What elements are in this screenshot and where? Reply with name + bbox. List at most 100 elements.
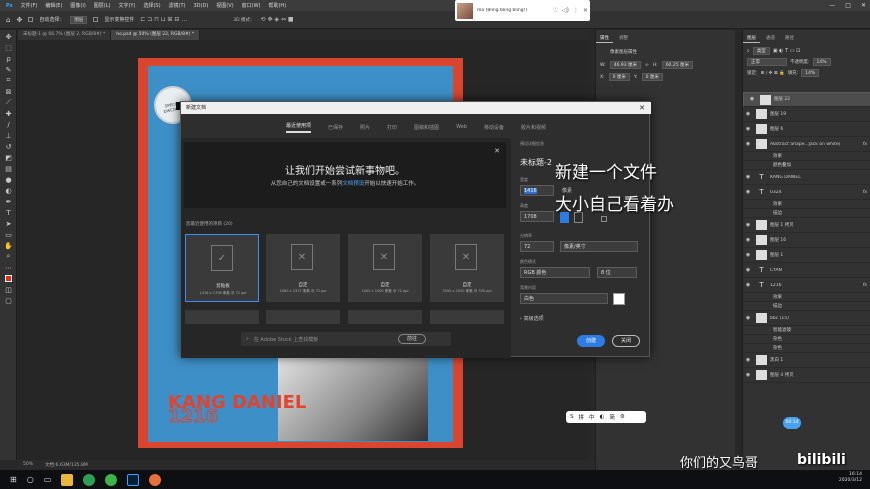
search-icon[interactable]: ○ xyxy=(27,475,34,484)
visibility-eye-icon[interactable]: ◉ xyxy=(743,282,753,288)
menu-select[interactable]: 选择(S) xyxy=(143,2,160,9)
gradient-tool-icon[interactable]: ▤ xyxy=(3,164,14,173)
dodge-tool-icon[interactable]: ◐ xyxy=(3,186,14,195)
visibility-eye-icon[interactable]: ◉ xyxy=(743,141,753,147)
windows-start-icon[interactable]: ⊞ xyxy=(10,475,17,484)
stock-search-input[interactable]: 在 Adobe Stock 上查找模板 xyxy=(254,336,318,343)
menu-3d[interactable]: 3D(D) xyxy=(194,3,209,9)
menu-file[interactable]: 文件(F) xyxy=(21,2,38,9)
layer-row[interactable]: 效果 xyxy=(743,293,870,302)
layer-row[interactable]: 描边 xyxy=(743,302,870,311)
tab-film-video[interactable]: 胶片和视频 xyxy=(521,124,546,131)
layer-row[interactable]: ◉ 图层 6 xyxy=(743,122,870,137)
ime-settings-icon[interactable]: ⚙ xyxy=(620,414,625,420)
auto-select-dropdown[interactable]: 图层 xyxy=(70,15,88,24)
dialog-close-icon[interactable]: ✕ xyxy=(639,102,645,114)
visibility-eye-icon[interactable]: ◉ xyxy=(743,111,753,117)
height-input[interactable]: 1708 xyxy=(520,211,554,222)
close-button[interactable]: 关闭 xyxy=(612,335,640,347)
layer-row[interactable]: ◉ bbc (15) xyxy=(743,311,870,326)
layer-row[interactable]: ◉ T CYAN xyxy=(743,263,870,278)
fill-field[interactable]: 14% xyxy=(801,69,820,77)
visibility-eye-icon[interactable]: ◉ xyxy=(743,372,753,378)
menu-type[interactable]: 文字(Y) xyxy=(118,2,135,9)
resolution-unit-dropdown[interactable]: 像素/英寸 xyxy=(560,241,638,252)
eyedropper-tool-icon[interactable]: ⟋ xyxy=(3,98,14,107)
tab-properties[interactable]: 属性 xyxy=(596,34,613,43)
layer-row[interactable]: 效果 xyxy=(743,152,870,161)
tab-layers[interactable]: 图层 xyxy=(743,34,760,43)
type-tool-icon[interactable]: T xyxy=(3,208,14,217)
link-icon[interactable]: ∞ xyxy=(645,63,649,68)
artboard-checkbox[interactable] xyxy=(601,216,607,222)
visibility-eye-icon[interactable]: ◉ xyxy=(743,174,753,180)
history-brush-icon[interactable]: ↺ xyxy=(3,142,14,151)
maximize-button[interactable]: □ xyxy=(845,2,851,9)
layer-row[interactable]: ◉ 图层 22 xyxy=(743,92,870,107)
color-mode-dropdown[interactable]: RGB 颜色 xyxy=(520,267,590,278)
blur-tool-icon[interactable]: ● xyxy=(3,175,14,184)
tab-ho-psd[interactable]: ho.psd @ 50% (图层 22, RGB/8#) * xyxy=(111,30,201,40)
tab-art-illustration[interactable]: 图稿和插图 xyxy=(414,124,439,131)
chrome-icon[interactable] xyxy=(83,473,96,486)
blend-mode-dropdown[interactable]: 正常 xyxy=(747,58,787,66)
menu-help[interactable]: 帮助(H) xyxy=(268,2,286,9)
y-field[interactable]: 0 厘米 xyxy=(641,73,663,81)
tab-adjustments[interactable]: 调整 xyxy=(615,34,632,43)
close-icon[interactable]: ✕ xyxy=(583,7,588,14)
brush-tool-icon[interactable]: ∕ xyxy=(3,120,14,129)
tab-recent[interactable]: 最近使用项 xyxy=(285,122,311,133)
stock-go-button[interactable]: 前往 xyxy=(398,334,426,344)
frame-tool-icon[interactable]: ⊠ xyxy=(3,87,14,96)
tab-saved[interactable]: 已保存 xyxy=(328,124,343,131)
auto-select-checkbox[interactable] xyxy=(28,17,34,22)
visibility-eye-icon[interactable]: ◉ xyxy=(743,357,753,363)
document-presets-link[interactable]: 文档预设 xyxy=(342,181,364,187)
lock-icons[interactable]: ⊞ ∕ ✥ ⊠ 🔒 xyxy=(761,71,785,76)
show-transform-checkbox[interactable] xyxy=(93,17,99,22)
visibility-eye-icon[interactable]: ◉ xyxy=(743,252,753,258)
minimize-button[interactable]: — xyxy=(829,2,835,9)
tab-photo[interactable]: 照片 xyxy=(360,124,370,131)
menu-window[interactable]: 窗口(W) xyxy=(242,2,261,9)
layer-row[interactable]: ◉ 黑白 1 xyxy=(743,353,870,368)
ime-pinyin[interactable]: 拼 xyxy=(579,413,585,421)
layer-row[interactable]: ◉ 图层 4 拷贝 xyxy=(743,368,870,383)
x-field[interactable]: 0 厘米 xyxy=(608,73,630,81)
layer-row[interactable]: 描边 xyxy=(743,209,870,218)
tab-web[interactable]: Web xyxy=(456,124,467,130)
ime-logo-icon[interactable]: S xyxy=(570,414,574,420)
tab-paths[interactable]: 路径 xyxy=(781,34,798,43)
preset-row2-1[interactable] xyxy=(185,310,259,324)
photoshop-taskbar-icon[interactable] xyxy=(127,473,140,486)
move-tool-icon[interactable]: ✥ xyxy=(16,16,22,24)
eraser-tool-icon[interactable]: ◩ xyxy=(3,153,14,162)
menu-image[interactable]: 图像(I) xyxy=(70,2,85,9)
ime-chinese[interactable]: 中 xyxy=(589,413,595,421)
layer-row[interactable]: ◉ Abstract Shape...Jack on white] fx xyxy=(743,137,870,152)
close-window-button[interactable]: ✕ xyxy=(861,2,866,9)
layer-row[interactable]: ◉ T 0324 fx xyxy=(743,185,870,200)
crop-tool-icon[interactable]: ⌗ xyxy=(3,76,14,85)
app-taskbar-icon[interactable] xyxy=(149,473,162,486)
layer-row[interactable]: 智能滤镜 xyxy=(743,326,870,335)
visibility-eye-icon[interactable]: ◉ xyxy=(743,189,753,195)
preset-row2-3[interactable] xyxy=(348,310,422,324)
layer-row[interactable]: ◉ T KANG DANIEL xyxy=(743,170,870,185)
screen-mode-icon[interactable]: ▢ xyxy=(3,296,14,305)
system-clock[interactable]: 16:14 2020/3/12 xyxy=(839,472,862,484)
3d-mode-icons[interactable]: ⟲ ✥ ◈ ⇔ ■ xyxy=(261,16,294,23)
file-explorer-icon[interactable] xyxy=(61,473,74,486)
home-icon[interactable]: ⌂ xyxy=(6,16,10,24)
advanced-options-toggle[interactable]: › 高级选项 xyxy=(520,315,544,322)
layer-row[interactable]: ◉ 图层 16 xyxy=(743,233,870,248)
path-select-tool-icon[interactable]: ➤ xyxy=(3,219,14,228)
menu-edit[interactable]: 编辑(E) xyxy=(45,2,62,9)
shape-tool-icon[interactable]: ▭ xyxy=(3,230,14,239)
ime-simplified[interactable]: 简 xyxy=(609,413,615,421)
close-banner-icon[interactable]: ✕ xyxy=(494,147,500,155)
bit-depth-dropdown[interactable]: 8 位 xyxy=(597,267,637,278)
tab-untitled-1[interactable]: 未标题-1 @ 66.7% (图层 2, RGB/8#) * xyxy=(18,30,112,40)
layer-row[interactable]: ◉ 图层 19 xyxy=(743,107,870,122)
layer-kind-filter[interactable]: 类型 xyxy=(752,47,770,55)
